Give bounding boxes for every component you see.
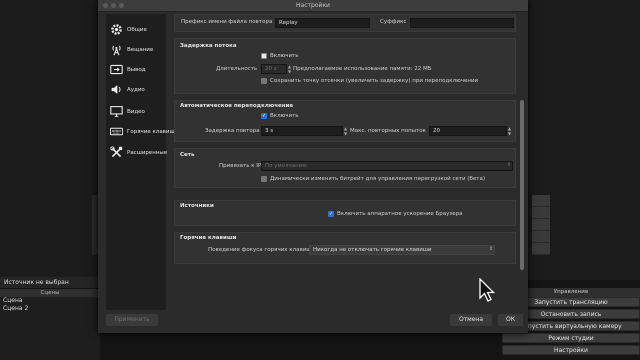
dynamic-bitrate-checkbox[interactable] <box>261 176 267 182</box>
retry-delay-label: Задержка повтора <box>205 128 260 134</box>
sidebar-item-general[interactable]: Общие <box>106 20 166 40</box>
ok-button[interactable]: ОК <box>498 314 523 326</box>
replay-suffix-input[interactable] <box>410 18 514 28</box>
scene-item[interactable]: Сцена <box>0 297 100 305</box>
sources-title: Источники <box>180 203 214 209</box>
reconnect-group: Автоматическое переподключение ✓ Включит… <box>174 100 516 142</box>
hotkey-focus-label: Поведение фокуса горячих клавиш <box>208 247 312 253</box>
sidebar-item-output[interactable]: Вывод <box>106 60 166 80</box>
sidebar-item-label: Видео <box>127 109 145 115</box>
preserve-cutoff-label: Сохранить точку отсечки (увеличить задер… <box>270 78 479 84</box>
apply-button[interactable]: Применить <box>106 314 158 326</box>
stream-delay-title: Задержка потока <box>180 43 237 49</box>
retry-delay-stepper[interactable]: ▲ ▼ <box>343 126 348 136</box>
sidebar-item-label: Вещание <box>127 47 154 53</box>
output-icon <box>110 64 123 75</box>
replay-suffix-label: Суффикс <box>380 19 407 25</box>
network-title: Сеть <box>180 152 195 158</box>
settings-sidebar: Общие Вещание Вывод Аудио Видео Горячие … <box>106 14 178 310</box>
hotkeys-title: Горячие клавиши <box>180 235 237 241</box>
sidebar-item-hotkeys[interactable]: Горячие клавиши <box>106 122 178 142</box>
browser-hw-accel-checkbox[interactable]: ✓ <box>328 211 334 217</box>
settings-dialog: Настройки Общие Вещание Вывод Аудио Виде… <box>98 0 528 333</box>
sidebar-item-label: Горячие клавиши <box>127 129 179 135</box>
sources-group: Источники ✓ Включить аппаратное ускорени… <box>174 200 516 226</box>
source-status-bar: Источник не выбран <box>0 277 100 288</box>
dynamic-bitrate-label: Динамически изменять битрейт для управле… <box>270 176 486 182</box>
mouse-cursor-icon <box>479 278 496 302</box>
sidebar-item-audio[interactable]: Аудио <box>106 80 166 100</box>
settings-scrollbar[interactable] <box>520 100 524 270</box>
settings-button[interactable]: Настройки <box>502 345 640 355</box>
speaker-icon <box>111 85 121 94</box>
stream-delay-checkbox[interactable] <box>261 53 267 59</box>
chevron-updown-icon: ⇕ <box>489 246 494 252</box>
hotkey-focus-select[interactable]: Никогда не отключать горячие клавиши <box>309 245 495 255</box>
replay-prefix-input[interactable]: Replay <box>275 18 370 28</box>
retry-delay-input[interactable]: 3 s <box>261 126 343 136</box>
tools-icon <box>110 146 123 158</box>
sidebar-item-label: Вывод <box>127 67 146 73</box>
hotkeys-group: Горячие клавиши Поведение фокуса горячих… <box>174 232 516 264</box>
scene-item[interactable]: Сцена 2 <box>0 305 100 313</box>
bind-ip-select[interactable]: По умолчанию <box>261 161 513 171</box>
dialog-titlebar: Настройки <box>98 0 528 12</box>
replay-prefix-label: Префикс имени файла повтора <box>181 19 273 25</box>
gear-icon <box>111 24 122 35</box>
duration-label: Длительность <box>216 66 258 72</box>
sidebar-item-video[interactable]: Видео <box>106 102 166 122</box>
reconnect-checkbox[interactable]: ✓ <box>261 113 267 119</box>
settings-content: Префикс имени файла повтора Replay Суффи… <box>174 14 522 310</box>
monitor-icon <box>110 106 123 117</box>
max-retries-stepper[interactable]: ▲ ▼ <box>507 126 512 136</box>
stream-delay-group: Задержка потока Включить Длительность 20… <box>174 38 516 94</box>
chevron-updown-icon: ⇕ <box>507 162 512 168</box>
broadcast-icon <box>112 45 121 56</box>
max-retries-label: Макс. повторных попыток <box>350 128 426 134</box>
sidebar-item-label: Расширенные <box>127 150 168 156</box>
sidebar-item-advanced[interactable]: Расширенные <box>106 143 168 163</box>
stream-delay-enable-label: Включить <box>270 53 299 59</box>
reconnect-enable-label: Включить <box>270 113 299 119</box>
sidebar-item-label: Общие <box>127 27 147 33</box>
replay-group: Префикс имени файла повтора Replay Суффи… <box>174 14 516 32</box>
preserve-cutoff-checkbox[interactable] <box>261 78 267 84</box>
cancel-button[interactable]: Отмена <box>450 314 492 326</box>
studio-mode-button[interactable]: Режим студии <box>502 333 640 343</box>
duration-stepper[interactable]: ▲ ▼ <box>287 64 292 74</box>
audio-mixer-fragment <box>532 195 550 255</box>
network-group: Сеть Привязать к IP По умолчанию ⇕ Динам… <box>174 148 516 188</box>
reconnect-title: Автоматическое переподключение <box>180 103 294 109</box>
browser-hw-accel-label: Включить аппаратное ускорение Браузера <box>337 211 463 217</box>
scenes-header: Сцены <box>0 289 100 297</box>
max-retries-input[interactable]: 20 <box>429 126 507 136</box>
dialog-title: Настройки <box>296 2 330 9</box>
duration-input[interactable]: 20 s <box>261 64 287 74</box>
memory-usage-text: Предполагаемое использование памяти: 22 … <box>293 66 432 72</box>
sidebar-item-label: Аудио <box>127 87 145 93</box>
bind-ip-label: Привязать к IP <box>219 163 262 169</box>
sidebar-item-stream[interactable]: Вещание <box>106 40 166 60</box>
keyboard-icon <box>110 127 123 136</box>
